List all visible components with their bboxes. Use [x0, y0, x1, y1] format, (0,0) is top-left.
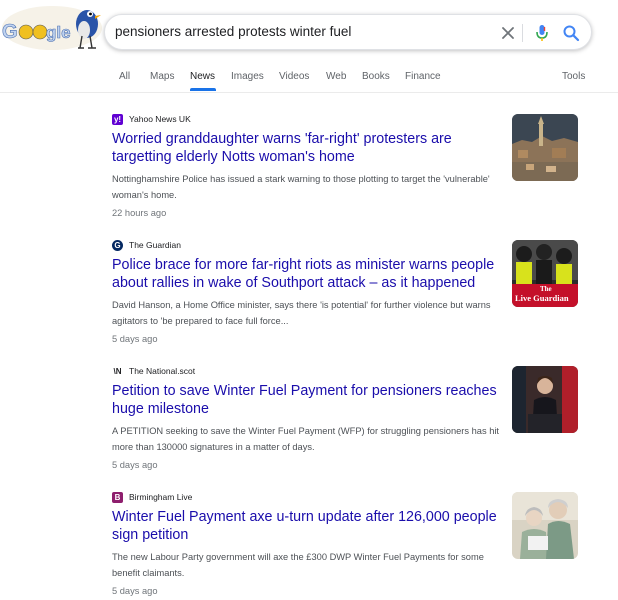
source-name: Birmingham Live — [129, 492, 193, 502]
town-photo-icon[interactable] — [512, 114, 578, 181]
search-input[interactable]: pensioners arrested protests winter fuel — [115, 24, 351, 39]
tab-news[interactable]: News — [190, 71, 215, 82]
result-time: 22 hours ago — [112, 208, 167, 218]
active-tab-indicator — [190, 88, 216, 91]
microphone-icon[interactable] — [531, 22, 553, 44]
result-time: 5 days ago — [112, 460, 158, 470]
tab-web[interactable]: Web — [326, 71, 346, 82]
close-icon[interactable] — [497, 22, 519, 44]
birmingham-live-favicon-icon: B — [112, 492, 123, 503]
tools-button[interactable]: Tools — [562, 71, 585, 82]
result-time: 5 days ago — [112, 334, 158, 344]
result-snippet: The new Labour Party government will axe… — [112, 552, 484, 578]
thumbnail-overlay-text: Live Guardian — [515, 293, 569, 303]
elderly-couple-photo-icon[interactable] — [512, 492, 578, 559]
result-title-link[interactable]: Police brace for more far-right riots as… — [112, 256, 502, 292]
top-bar: G gle pensioners arrested protests winte… — [0, 0, 618, 60]
svg-text:gle: gle — [46, 23, 71, 42]
result-snippet: Nottinghamshire Police has issued a star… — [112, 174, 490, 200]
guardian-favicon-icon: G — [112, 240, 123, 251]
result-snippet: David Hanson, a Home Office minister, sa… — [112, 300, 491, 326]
search-tabs: All Maps News Images Videos Web Books Fi… — [0, 66, 618, 92]
tab-finance[interactable]: Finance — [405, 71, 441, 82]
search-box[interactable]: pensioners arrested protests winter fuel — [104, 14, 592, 50]
thumbnail-overlay-text: The — [540, 285, 552, 293]
result-title-link[interactable]: Petition to save Winter Fuel Payment for… — [112, 382, 502, 418]
svg-text:G: G — [2, 21, 18, 43]
result-time: 5 days ago — [112, 586, 158, 596]
divider — [522, 24, 523, 42]
source-name: The Guardian — [129, 240, 181, 250]
tab-images[interactable]: Images — [231, 71, 264, 82]
politician-podium-photo-icon[interactable] — [512, 366, 578, 433]
search-icon[interactable] — [560, 22, 582, 44]
riot-police-photo-icon[interactable]: The Live Guardian — [512, 240, 578, 307]
divider — [0, 92, 618, 93]
result-snippet: A PETITION seeking to save the Winter Fu… — [112, 426, 500, 452]
tab-books[interactable]: Books — [362, 71, 390, 82]
source-name: Yahoo News UK — [129, 114, 191, 124]
tab-all[interactable]: All — [119, 71, 130, 82]
national-favicon-icon: \N — [112, 366, 123, 377]
result-title-link[interactable]: Winter Fuel Payment axe u-turn update af… — [112, 508, 502, 544]
source-name: The National.scot — [129, 366, 196, 376]
tab-maps[interactable]: Maps — [150, 71, 174, 82]
result-title-link[interactable]: Worried granddaughter warns 'far-right' … — [112, 130, 502, 166]
yahoo-favicon-icon: y! — [112, 114, 123, 125]
google-doodle-logo[interactable]: G gle — [0, 0, 104, 58]
tab-videos[interactable]: Videos — [279, 71, 309, 82]
